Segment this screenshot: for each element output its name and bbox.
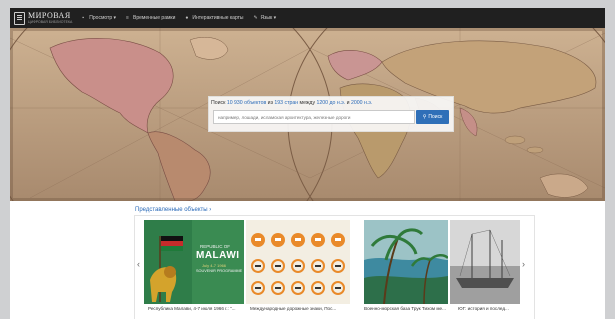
featured-item-malawi-poster[interactable]: REPUBLIC OF MALAWI July 4-7 1966 SOUVENI… — [144, 220, 244, 304]
truk-poster-image — [364, 220, 448, 304]
carousel-next-arrow[interactable]: › — [522, 259, 525, 269]
featured-item-caption[interactable]: Военно-морская база Трук Тихом ме... — [364, 306, 450, 311]
search-button[interactable]: ⚲ Поиск — [416, 110, 449, 124]
poster-line3: July 4-7 1966 — [202, 263, 227, 268]
poster-line1: REPUBLIC OF — [200, 244, 231, 249]
nav-browse[interactable]: ▪ Просмотр ▾ — [82, 15, 116, 21]
carousel-prev-arrow[interactable]: ‹ — [137, 259, 140, 269]
featured-item-caption[interactable]: ЮГ: история и послед... — [458, 306, 520, 311]
nav-browse-label: Просмотр ▾ — [89, 15, 117, 21]
ship-photo-image — [450, 220, 520, 304]
poster-line4: SOUVENIR PROGRAMME — [196, 269, 243, 273]
site-logo[interactable]: МИРОВАЯ ЦИФРОВАЯ БИБЛИОТЕКА — [14, 8, 72, 28]
book-icon — [14, 11, 25, 25]
featured-items-heading[interactable]: Представленные объекты › — [135, 207, 211, 213]
search-country-count-link[interactable]: 193 стран — [274, 100, 298, 106]
featured-item-caption[interactable]: Международные дорожные знаки, Пос... — [250, 306, 354, 311]
search-prefix: Поиск — [211, 100, 227, 106]
nav-language[interactable]: ✎ Язык ▾ — [254, 15, 277, 21]
search-between: между — [298, 100, 317, 106]
browse-icon: ▪ — [82, 14, 85, 21]
search-summary: Поиск 10 930 объектов из 193 стран между… — [211, 100, 372, 106]
search-icon: ⚲ — [422, 114, 427, 120]
search-panel: Поиск 10 930 объектов из 193 стран между… — [208, 96, 454, 132]
nav-maps[interactable]: ● Интерактивные карты — [185, 15, 243, 21]
browser-viewport: МИРОВАЯ ЦИФРОВАЯ БИБЛИОТЕКА ▪ Просмотр ▾… — [10, 8, 605, 319]
featured-item-truk-poster[interactable] — [364, 220, 448, 304]
road-signs-image — [246, 220, 350, 304]
search-end-date-link[interactable]: 2000 н.э. — [351, 100, 372, 106]
malawi-poster-image — [144, 220, 244, 304]
featured-item-caption[interactable]: Республика Малави, 4-7 июля 1966 г.: "..… — [148, 306, 246, 311]
nav-timeline-label: Временные рамки — [133, 15, 176, 21]
logo-title: МИРОВАЯ — [28, 10, 71, 20]
logo-subtitle: ЦИФРОВАЯ БИБЛИОТЕКА — [28, 19, 73, 24]
logo-text: МИРОВАЯ ЦИФРОВАЯ БИБЛИОТЕКА — [28, 10, 73, 25]
language-icon: ✎ — [253, 14, 258, 21]
search-input[interactable] — [213, 110, 415, 124]
search-object-count-link[interactable]: 10 930 объектов — [227, 100, 266, 106]
search-button-label: Поиск — [428, 114, 443, 120]
nav-timeline[interactable]: ≡ Временные рамки — [126, 15, 175, 21]
top-navbar: МИРОВАЯ ЦИФРОВАЯ БИБЛИОТЕКА ▪ Просмотр ▾… — [10, 8, 605, 28]
main-nav: ▪ Просмотр ▾ ≡ Временные рамки ● Интерак… — [82, 15, 286, 21]
poster-line2: MALAWI — [196, 250, 240, 261]
nav-language-label: Язык ▾ — [260, 15, 277, 21]
featured-item-road-signs[interactable] — [246, 220, 350, 304]
featured-item-ship-photo[interactable] — [450, 220, 520, 304]
timeline-icon: ≡ — [126, 14, 129, 21]
globe-icon: ● — [185, 14, 189, 21]
nav-maps-label: Интерактивные карты — [192, 15, 244, 21]
search-start-date-link[interactable]: 1200 до н.э. — [316, 100, 345, 106]
